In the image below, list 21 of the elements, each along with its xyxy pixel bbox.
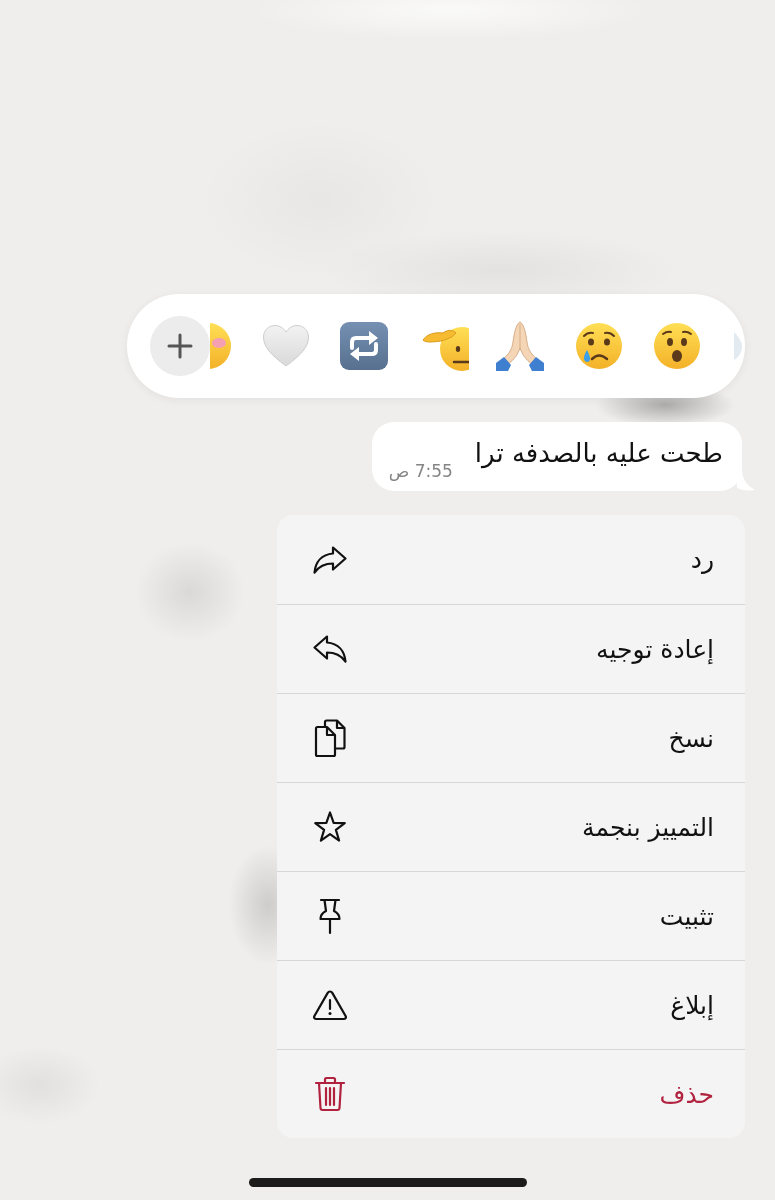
hushed-face-emoji-icon[interactable] [652, 321, 702, 371]
menu-item[interactable]: حذف [277, 1049, 745, 1138]
copy-icon [314, 718, 346, 758]
menu-item[interactable]: رد [277, 515, 745, 604]
menu-item[interactable]: إبلاغ [277, 960, 745, 1049]
folded-hands-emoji-icon[interactable] [494, 320, 546, 372]
repeat-emoji-icon[interactable] [339, 321, 389, 371]
warning-icon [312, 989, 348, 1021]
menu-item[interactable]: تثبيت [277, 871, 745, 960]
trash-icon [314, 1076, 346, 1112]
pushpin-icon [317, 897, 343, 935]
message-time: 7:55 ص [388, 460, 453, 482]
star-icon [313, 811, 347, 843]
reply-icon [312, 544, 348, 575]
message-text: طحت عليه بالصدفه ترا [474, 437, 723, 470]
plus-icon [167, 333, 193, 359]
menu-item[interactable]: التمييز بنجمة [277, 782, 745, 871]
forward-icon [312, 634, 348, 664]
crying-face-emoji-icon[interactable] [574, 321, 624, 371]
menu-item[interactable]: إعادة توجيه [277, 604, 745, 693]
menu-item[interactable]: نسخ [277, 693, 745, 782]
